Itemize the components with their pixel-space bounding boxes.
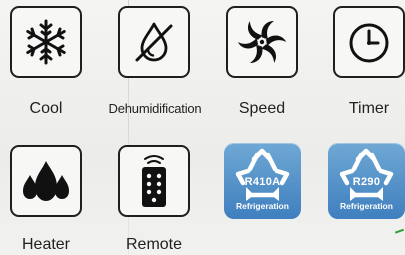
clock-icon	[344, 17, 394, 67]
decorative-accent	[394, 228, 405, 240]
refrigerant-code: R290	[352, 176, 381, 188]
cool-label: Cool	[29, 100, 63, 117]
dehumidification-label: Dehumidification	[108, 101, 202, 116]
refrigerant-code: R410A	[244, 176, 281, 188]
speed-tile[interactable]	[226, 6, 298, 78]
r410a-badge: R410A Refrigeration	[224, 143, 301, 219]
remote-control-icon	[128, 152, 180, 210]
cool-tile[interactable]	[10, 6, 82, 78]
heater-tile[interactable]	[10, 145, 82, 217]
snowflake-icon	[21, 17, 71, 67]
dehumidification-tile[interactable]	[118, 6, 190, 78]
refrigeration-caption: Refrigeration	[236, 201, 289, 211]
remote-tile[interactable]	[118, 145, 190, 217]
speed-label: Speed	[238, 100, 286, 117]
flame-icon	[20, 155, 72, 207]
heater-label: Heater	[21, 236, 71, 253]
timer-tile[interactable]	[333, 6, 405, 78]
water-drop-off-icon	[128, 16, 180, 68]
timer-label: Timer	[348, 100, 390, 117]
fan-icon	[236, 16, 288, 68]
r290-badge: R290 Refrigeration	[328, 143, 405, 219]
refrigeration-caption: Refrigeration	[340, 201, 393, 211]
remote-label: Remote	[125, 236, 183, 253]
